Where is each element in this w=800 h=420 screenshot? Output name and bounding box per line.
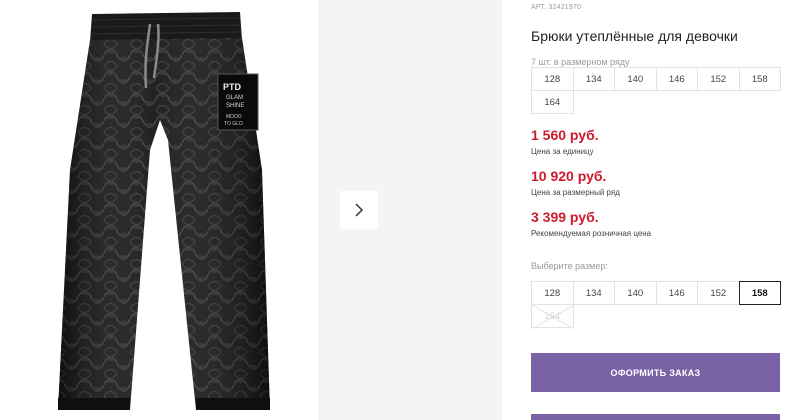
order-button[interactable]: ОФОРМИТЬ ЗАКАЗ	[531, 353, 780, 392]
product-sku: АРТ. 32421970	[531, 4, 582, 11]
size-option-164: 164	[531, 304, 574, 329]
unavailable-cross-icon	[532, 305, 574, 329]
patch-line: SHINE	[226, 103, 244, 109]
pack-size-cell: 140	[614, 67, 657, 91]
size-option-158[interactable]: 158	[738, 281, 781, 305]
pack-size-cell: 128	[531, 67, 574, 91]
product-info: АРТ. 32421970 Брюки утеплённые для девоч…	[531, 0, 800, 420]
pack-size-cell: 164	[531, 90, 574, 114]
product-title: Брюки утеплённые для девочки	[531, 28, 738, 44]
pants-image: PTD GLAM SHINE MOOD TO GLO	[58, 12, 270, 410]
retail-price-note: Рекомендуемая розничная цена	[531, 229, 652, 238]
size-option-146[interactable]: 146	[655, 281, 698, 305]
pack-size-cell: 152	[697, 67, 740, 91]
pack-price: 10 920 руб.	[531, 168, 607, 184]
pack-size-cell: 146	[655, 67, 698, 91]
pack-size-cell: 158	[738, 67, 781, 91]
pack-size-grid: 128 134 140 146 152 158 164	[531, 67, 787, 114]
size-picker: 128 134 140 146 152 158 164	[531, 281, 787, 329]
unit-price-note: Цена за единицу	[531, 147, 594, 156]
size-option-134[interactable]: 134	[572, 281, 615, 305]
size-option-128[interactable]: 128	[531, 281, 574, 305]
patch-line: GLAM	[226, 95, 243, 101]
patch-line: PTD	[223, 82, 242, 92]
size-option-140[interactable]: 140	[614, 281, 657, 305]
patch-line: MOOD	[226, 114, 242, 120]
size-picker-label: Выберите размер:	[531, 261, 608, 271]
size-option-152[interactable]: 152	[697, 281, 740, 305]
secondary-action-button[interactable]	[531, 414, 780, 420]
product-photo: PTD GLAM SHINE MOOD TO GLO	[0, 0, 318, 420]
chevron-right-icon	[355, 203, 364, 217]
patch-line: TO GLO	[224, 121, 243, 127]
pack-size-label: 7 шт. в размерном ряду	[531, 57, 630, 67]
pack-size-cell: 134	[572, 67, 615, 91]
retail-price: 3 399 руб.	[531, 209, 599, 225]
unit-price: 1 560 руб.	[531, 127, 599, 143]
pack-price-note: Цена за размерный ряд	[531, 188, 620, 197]
gallery-next-button[interactable]	[340, 191, 378, 229]
